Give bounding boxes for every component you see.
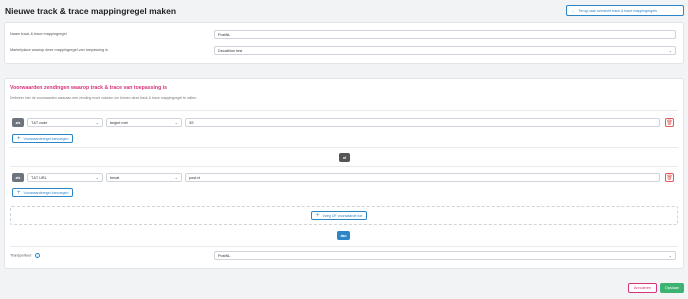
conditions-description: Definieer hier de voorwaarden waaraan ee… <box>10 96 197 100</box>
carrier-label-row: Transporteur i <box>10 253 40 258</box>
plus-icon: + <box>17 189 21 196</box>
marketplace-select-value: Decathlon test <box>218 48 243 53</box>
add-condition-label: Voorwaarderegel toevoegen <box>23 136 69 141</box>
condition-field-select[interactable]: T&T URL ⌄ <box>27 173 103 182</box>
trash-icon: 🗑 <box>666 119 673 126</box>
add-or-condition-button[interactable]: + Voeg OF voorwaarde toe <box>311 211 368 220</box>
condition-field-value: T&T URL <box>31 175 47 180</box>
condition-field-select[interactable]: T&T code ⌄ <box>27 118 103 127</box>
condition-operator-value: begint met <box>110 120 128 125</box>
back-to-overview-button[interactable]: ← Terug naar overzicht track & trace map… <box>566 5 684 16</box>
name-label: Naam track & trace mappingregel <box>10 32 67 36</box>
or-badge: of <box>339 153 350 162</box>
condition-value-input[interactable]: post.nl <box>185 173 660 182</box>
divider <box>10 166 678 167</box>
save-button[interactable]: Opslaan <box>660 283 684 293</box>
back-button-label: Terug naar overzicht track & trace mappi… <box>578 8 657 13</box>
conditions-title: Voorwaarden zendingen waarop track & tra… <box>10 85 168 91</box>
general-card <box>4 22 684 64</box>
divider <box>10 246 678 247</box>
chevron-down-icon: ⌄ <box>174 175 178 180</box>
marketplace-select[interactable]: Decathlon test ⌄ <box>214 46 676 55</box>
chevron-down-icon: ⌄ <box>95 120 99 125</box>
cancel-button[interactable]: Annuleren <box>628 283 657 293</box>
carrier-label: Transporteur <box>10 253 32 258</box>
add-condition-button[interactable]: + Voorwaarderegel toevoegen <box>12 188 74 197</box>
info-icon[interactable]: i <box>34 253 40 258</box>
condition-operator-select[interactable]: bevat ⌄ <box>106 173 182 182</box>
chevron-down-icon: ⌄ <box>95 175 99 180</box>
add-or-label: Voeg OF voorwaarde toe <box>322 213 363 218</box>
carrier-select-value: PostNL <box>218 253 231 258</box>
page-title: Nieuwe track & trace mappingregel maken <box>5 6 177 16</box>
delete-condition-button[interactable]: 🗑 <box>665 173 674 182</box>
condition-value-input[interactable]: 3S <box>185 118 660 127</box>
plus-icon: + <box>17 135 21 142</box>
and-badge: als <box>12 173 24 182</box>
divider <box>10 147 678 148</box>
and-badge: als <box>12 118 24 127</box>
plus-icon: + <box>316 212 320 219</box>
condition-field-value: T&T code <box>31 120 48 125</box>
name-input[interactable]: PostNL <box>214 30 676 39</box>
add-condition-label: Voorwaarderegel toevoegen <box>23 190 69 195</box>
add-condition-button[interactable]: + Voorwaarderegel toevoegen <box>12 134 74 143</box>
divider <box>10 110 678 111</box>
chevron-down-icon: ⌄ <box>668 48 672 53</box>
chevron-down-icon: ⌄ <box>668 253 672 258</box>
trash-icon: 🗑 <box>666 174 673 181</box>
carrier-select[interactable]: PostNL ⌄ <box>214 251 676 260</box>
then-badge: dan <box>337 231 350 240</box>
delete-condition-button[interactable]: 🗑 <box>665 118 674 127</box>
condition-operator-select[interactable]: begint met ⌄ <box>106 118 182 127</box>
condition-operator-value: bevat <box>110 175 120 180</box>
arrow-left-icon: ← <box>571 8 575 13</box>
marketplace-label: Marketplace waarop deze mappingregel van… <box>10 48 108 52</box>
chevron-down-icon: ⌄ <box>174 120 178 125</box>
